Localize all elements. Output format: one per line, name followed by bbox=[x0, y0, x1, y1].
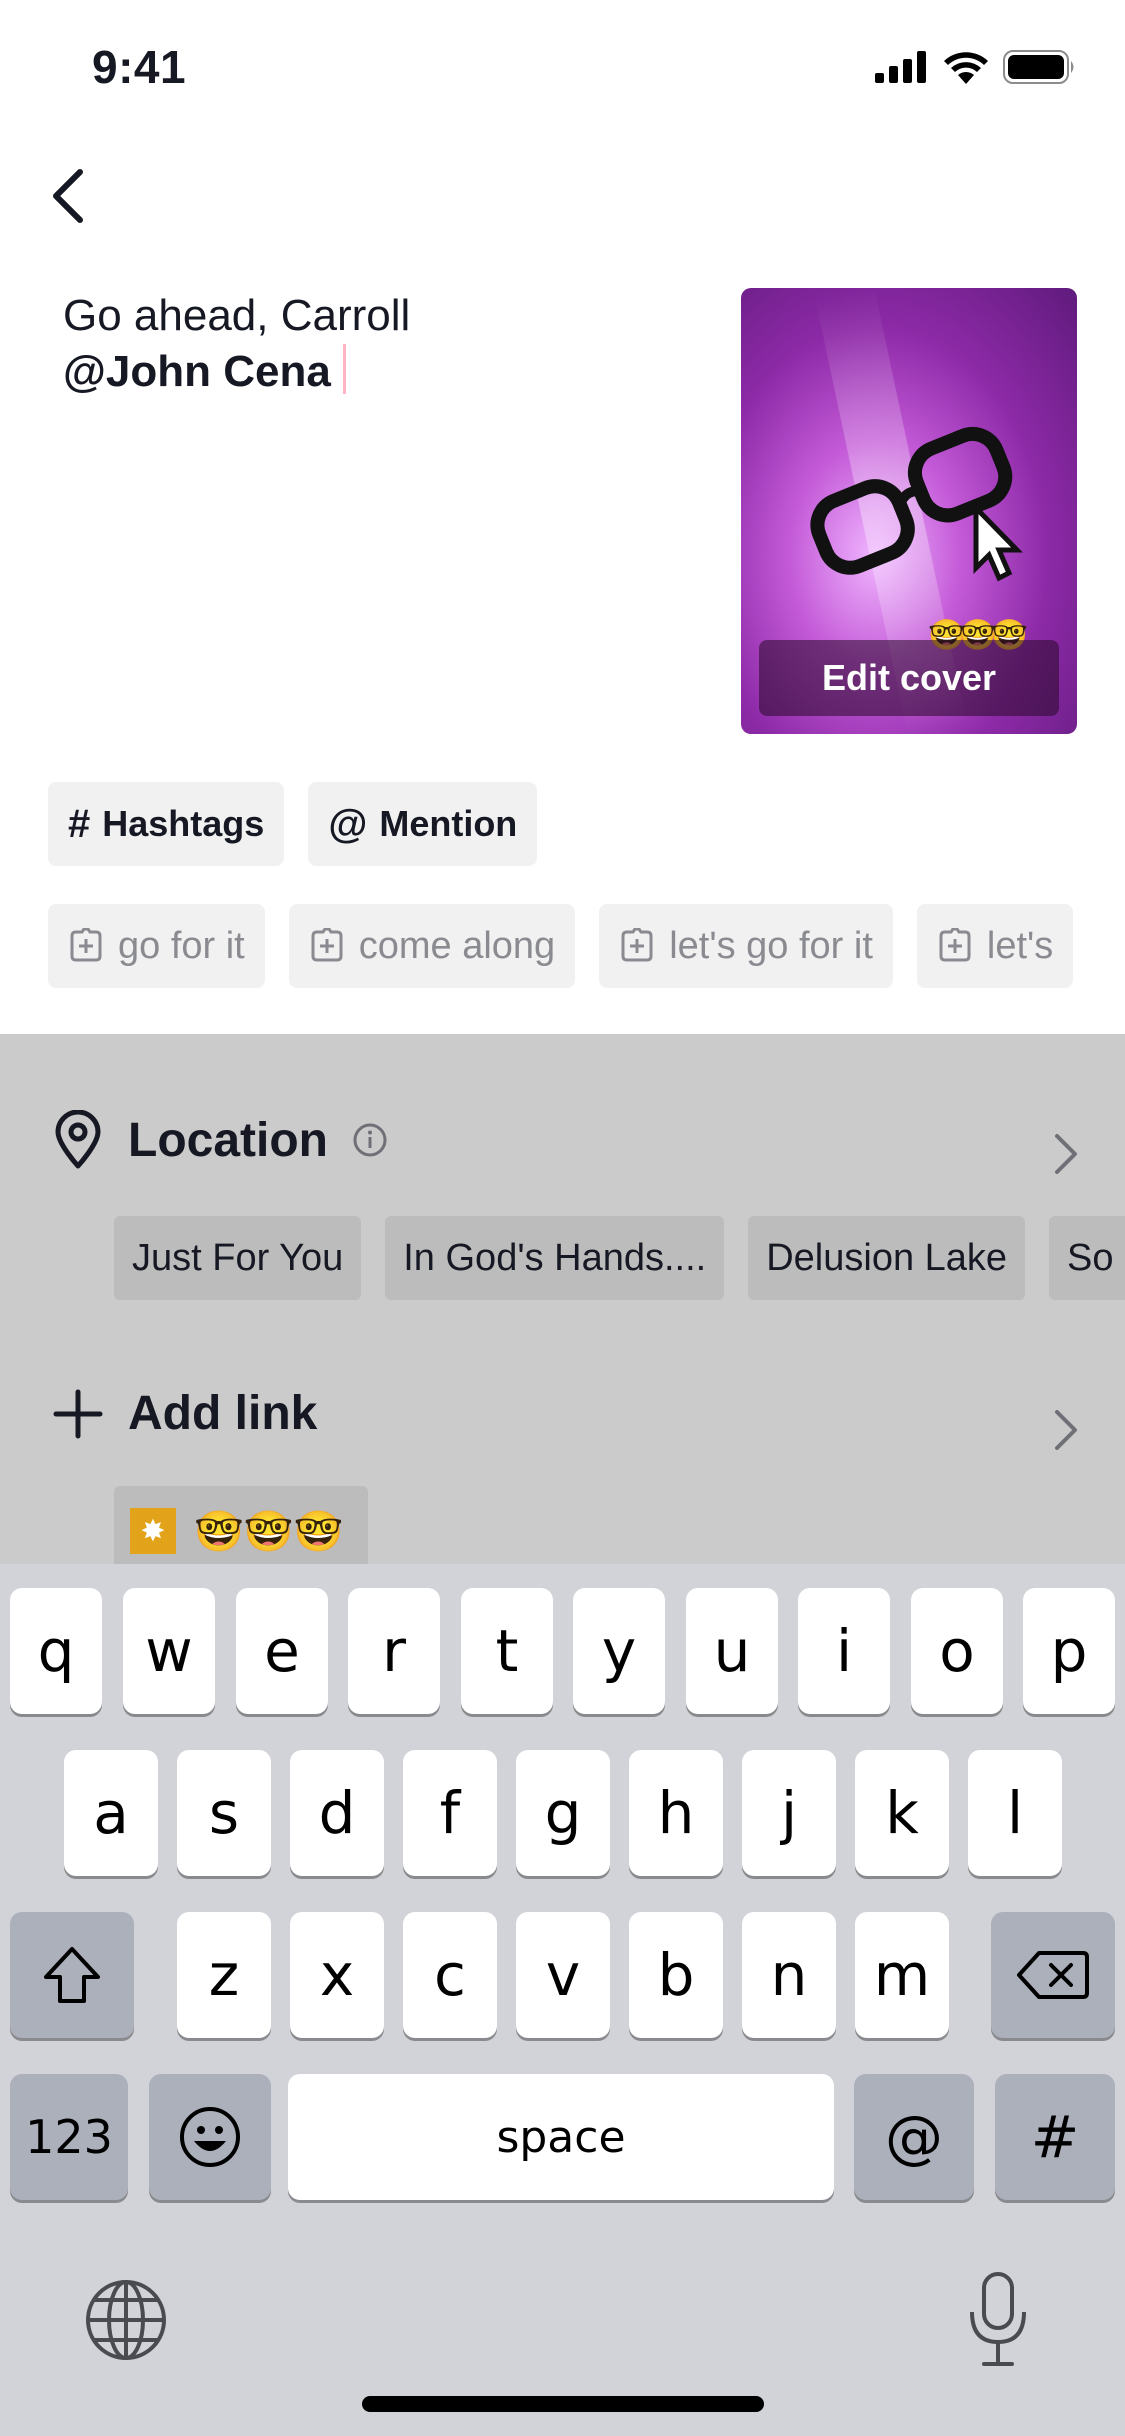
location-pin-icon bbox=[55, 1110, 101, 1169]
at-icon: @ bbox=[328, 801, 368, 846]
key-r[interactable]: r bbox=[348, 1588, 440, 1714]
chevron-right-icon bbox=[1055, 1134, 1077, 1174]
key-z[interactable]: z bbox=[177, 1912, 271, 2038]
key-m[interactable]: m bbox=[855, 1912, 949, 2038]
key-v[interactable]: v bbox=[516, 1912, 610, 2038]
link-chip-emoji: 🤓🤓🤓 bbox=[194, 1509, 344, 1554]
chevron-right-icon bbox=[1055, 1410, 1077, 1450]
keyboard: q w e r t y u i o p a s d f g h j k l z … bbox=[0, 1564, 1125, 2436]
mention-label: Mention bbox=[379, 803, 518, 844]
back-button[interactable] bbox=[40, 160, 96, 232]
chevron-left-icon bbox=[53, 169, 83, 223]
location-row[interactable]: Location bbox=[52, 1110, 388, 1170]
key-y[interactable]: y bbox=[573, 1588, 665, 1714]
key-j[interactable]: j bbox=[742, 1750, 836, 1876]
space-key[interactable]: space bbox=[288, 2074, 834, 2200]
suggestion-chip[interactable]: let's bbox=[916, 904, 1074, 988]
location-chip[interactable]: Delusion Lake bbox=[748, 1216, 1026, 1300]
key-d[interactable]: d bbox=[290, 1750, 384, 1876]
glasses-sticker-icon bbox=[810, 426, 1023, 582]
shift-key[interactable] bbox=[10, 1912, 134, 2038]
location-chip[interactable]: So bbox=[1049, 1216, 1125, 1300]
key-p[interactable]: p bbox=[1023, 1588, 1115, 1714]
suggestion-chip[interactable]: come along bbox=[288, 904, 576, 988]
key-u[interactable]: u bbox=[686, 1588, 778, 1714]
home-indicator bbox=[362, 2396, 764, 2412]
add-square-icon bbox=[311, 928, 343, 962]
globe-icon[interactable] bbox=[84, 2278, 168, 2362]
key-w[interactable]: w bbox=[123, 1588, 215, 1714]
suggestion-label: go for it bbox=[118, 924, 245, 967]
wifi-icon bbox=[944, 52, 988, 84]
key-i[interactable]: i bbox=[798, 1588, 890, 1714]
emoji-key[interactable] bbox=[149, 2074, 271, 2200]
suggestion-chips: go for it come along let's go for it let… bbox=[48, 904, 1074, 988]
key-s[interactable]: s bbox=[177, 1750, 271, 1876]
post-settings: Location Just For You In God's Hands....… bbox=[0, 1034, 1125, 1564]
location-label: Location bbox=[128, 1113, 328, 1167]
suggestion-chip[interactable]: go for it bbox=[48, 904, 265, 988]
key-x[interactable]: x bbox=[290, 1912, 384, 2038]
add-square-icon bbox=[621, 928, 653, 962]
suggestion-label: let's go for it bbox=[669, 924, 873, 967]
key-a[interactable]: a bbox=[64, 1750, 158, 1876]
suggestion-chip[interactable]: let's go for it bbox=[599, 904, 893, 988]
caption-tools: # Hashtags @ Mention bbox=[48, 782, 538, 866]
at-key[interactable]: @ bbox=[854, 2074, 974, 2200]
location-chip[interactable]: In God's Hands.... bbox=[385, 1216, 725, 1300]
backspace-icon bbox=[1017, 1951, 1089, 1999]
cellular-signal-icon bbox=[875, 51, 926, 83]
caption-mention: @John Cena bbox=[63, 347, 331, 396]
hash-key[interactable]: # bbox=[995, 2074, 1115, 2200]
microphone-icon[interactable] bbox=[966, 2270, 1030, 2370]
emoji-icon bbox=[180, 2107, 240, 2167]
mention-button[interactable]: @ Mention bbox=[308, 782, 538, 866]
key-e[interactable]: e bbox=[236, 1588, 328, 1714]
key-f[interactable]: f bbox=[403, 1750, 497, 1876]
key-c[interactable]: c bbox=[403, 1912, 497, 2038]
location-suggestions: Just For You In God's Hands.... Delusion… bbox=[114, 1216, 1125, 1300]
key-n[interactable]: n bbox=[742, 1912, 836, 2038]
key-l[interactable]: l bbox=[968, 1750, 1062, 1876]
edit-cover-button[interactable]: Edit cover bbox=[759, 640, 1059, 716]
key-h[interactable]: h bbox=[629, 1750, 723, 1876]
hashtags-label: Hashtags bbox=[102, 803, 265, 844]
hashtag-icon: # bbox=[68, 801, 91, 846]
location-chip[interactable]: Just For You bbox=[114, 1216, 362, 1300]
link-chip[interactable]: ✸ 🤓🤓🤓 bbox=[114, 1486, 368, 1564]
key-q[interactable]: q bbox=[10, 1588, 102, 1714]
add-square-icon bbox=[939, 928, 971, 962]
caption-input[interactable]: Go ahead, Carroll @John Cena bbox=[63, 288, 703, 400]
status-bar: 9:41 bbox=[0, 0, 1125, 132]
delete-key[interactable] bbox=[991, 1912, 1115, 2038]
status-icons bbox=[875, 50, 1077, 84]
plus-icon bbox=[53, 1389, 103, 1438]
battery-icon bbox=[1003, 50, 1074, 84]
sparkle-icon: ✸ bbox=[130, 1508, 176, 1554]
video-cover[interactable]: 🤓🤓🤓 Edit cover bbox=[741, 288, 1077, 734]
key-b[interactable]: b bbox=[629, 1912, 723, 2038]
key-g[interactable]: g bbox=[516, 1750, 610, 1876]
key-o[interactable]: o bbox=[911, 1588, 1003, 1714]
numbers-key[interactable]: 123 bbox=[10, 2074, 128, 2200]
info-icon bbox=[353, 1123, 387, 1157]
text-caret bbox=[342, 344, 346, 394]
caption-line-1: Go ahead, Carroll bbox=[63, 291, 411, 340]
shift-icon bbox=[44, 1947, 100, 2003]
hashtags-button[interactable]: # Hashtags bbox=[48, 782, 285, 866]
key-t[interactable]: t bbox=[461, 1588, 553, 1714]
status-time: 9:41 bbox=[92, 41, 187, 93]
suggestion-label: come along bbox=[358, 924, 556, 967]
add-link-row[interactable]: Add link bbox=[52, 1386, 317, 1441]
add-link-label: Add link bbox=[128, 1387, 318, 1440]
key-k[interactable]: k bbox=[855, 1750, 949, 1876]
add-square-icon bbox=[70, 928, 102, 962]
suggestion-label: let's bbox=[986, 924, 1054, 967]
